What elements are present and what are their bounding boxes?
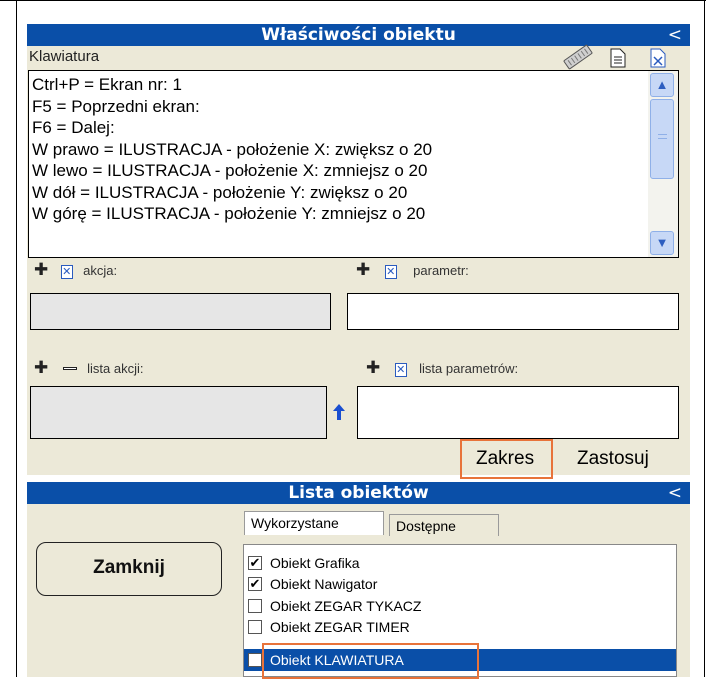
parameter-list-label: lista parametrów:: [419, 361, 519, 376]
properties-collapse-button[interactable]: <: [668, 24, 682, 46]
tab-available[interactable]: Dostępne: [389, 514, 499, 536]
keyboard-section-label: Klawiatura: [29, 48, 100, 65]
close-button-label: Zamknij: [93, 557, 165, 578]
object-label: Obiekt ZEGAR TIMER: [270, 619, 410, 635]
keyboard-line[interactable]: W prawo = ILUSTRACJA - położenie X: zwię…: [32, 139, 642, 161]
keyboard-line[interactable]: F5 = Poprzedni ekran:: [32, 96, 642, 118]
objects-title: Lista obiektów: [288, 483, 429, 503]
minus-icon[interactable]: [62, 367, 77, 371]
tab-used[interactable]: Wykorzystane: [244, 511, 384, 535]
range-button[interactable]: Zakres: [460, 439, 553, 479]
frame-top-line: [0, 0, 706, 1]
up-arrow-icon[interactable]: [332, 403, 346, 421]
object-label: Obiekt Grafika: [270, 555, 360, 571]
keyboard-icon[interactable]: [560, 44, 596, 70]
apply-button-label: Zastosuj: [577, 448, 649, 469]
checkbox[interactable]: [248, 653, 262, 667]
list-item[interactable]: ✔ Obiekt Grafika: [244, 553, 676, 573]
apply-button[interactable]: Zastosuj: [568, 441, 678, 477]
parameter-field[interactable]: [347, 293, 679, 330]
plus-icon[interactable]: ✚: [34, 261, 48, 278]
frame-right-line: [704, 0, 705, 677]
action-label: akcja:: [83, 263, 118, 278]
tab-available-label: Dostępne: [396, 518, 456, 534]
action-list-field[interactable]: [30, 386, 327, 439]
properties-title-bar: Właściwości obiektu <: [27, 24, 690, 46]
close-button[interactable]: Zamknij: [36, 542, 222, 596]
parameter-header: ✚ ✕ parametr:: [356, 261, 469, 280]
keyboard-line[interactable]: W dół = ILUSTRACJA - położenie Y: zwięks…: [32, 182, 642, 204]
delete-icon[interactable]: ✕: [384, 265, 397, 279]
scroll-up-icon[interactable]: ▲: [650, 73, 674, 97]
keyboard-scrollbar[interactable]: ▲ ▼: [648, 71, 678, 257]
selected-item-highlight: [262, 643, 479, 679]
list-item[interactable]: ✔ Obiekt Nawigator: [244, 574, 676, 594]
keyboard-line[interactable]: W lewo = ILUSTRACJA - położenie X: zmnie…: [32, 160, 642, 182]
tab-used-label: Wykorzystane: [251, 515, 339, 531]
action-field[interactable]: [30, 293, 331, 330]
checkbox-checked[interactable]: ✔: [248, 577, 262, 591]
parameter-list-field[interactable]: [357, 386, 679, 439]
object-label: Obiekt Nawigator: [270, 576, 378, 592]
keyboard-shortcuts-list[interactable]: Ctrl+P = Ekran nr: 1 F5 = Poprzedni ekra…: [28, 70, 679, 258]
plus-icon[interactable]: ✚: [356, 261, 370, 278]
object-label: Obiekt ZEGAR TYKACZ: [270, 598, 422, 614]
parameter-label: parametr:: [413, 263, 469, 278]
objects-collapse-button[interactable]: <: [668, 482, 682, 504]
list-item[interactable]: Obiekt ZEGAR TYKACZ: [244, 596, 676, 616]
delete-icon[interactable]: ✕: [394, 363, 407, 377]
checkbox[interactable]: [248, 599, 262, 613]
action-list-label: lista akcji:: [87, 361, 144, 376]
list-item[interactable]: Obiekt ZEGAR TIMER: [244, 617, 676, 637]
document-icon[interactable]: [610, 48, 626, 68]
checkbox[interactable]: [248, 620, 262, 634]
action-header: ✚ ✕ akcja:: [34, 261, 118, 280]
scrollbar-thumb[interactable]: [650, 99, 674, 179]
parameter-list-header: ✚ ✕ lista parametrów:: [366, 359, 519, 378]
frame-left-line: [16, 0, 17, 677]
checkbox-checked[interactable]: ✔: [248, 556, 262, 570]
delete-document-icon[interactable]: [650, 48, 666, 68]
keyboard-line[interactable]: W górę = ILUSTRACJA - położenie Y: zmnie…: [32, 203, 642, 225]
delete-icon[interactable]: ✕: [60, 265, 73, 279]
plus-icon[interactable]: ✚: [366, 359, 380, 376]
properties-title: Właściwości obiektu: [261, 25, 456, 45]
keyboard-line[interactable]: Ctrl+P = Ekran nr: 1: [32, 74, 642, 96]
keyboard-lines: Ctrl+P = Ekran nr: 1 F5 = Poprzedni ekra…: [32, 74, 642, 225]
plus-icon[interactable]: ✚: [34, 359, 48, 376]
action-list-header: ✚ lista akcji:: [34, 359, 144, 378]
range-button-label: Zakres: [476, 448, 535, 469]
objects-title-bar: Lista obiektów <: [27, 482, 690, 504]
keyboard-line[interactable]: F6 = Dalej:: [32, 117, 642, 139]
scroll-down-icon[interactable]: ▼: [650, 231, 674, 255]
